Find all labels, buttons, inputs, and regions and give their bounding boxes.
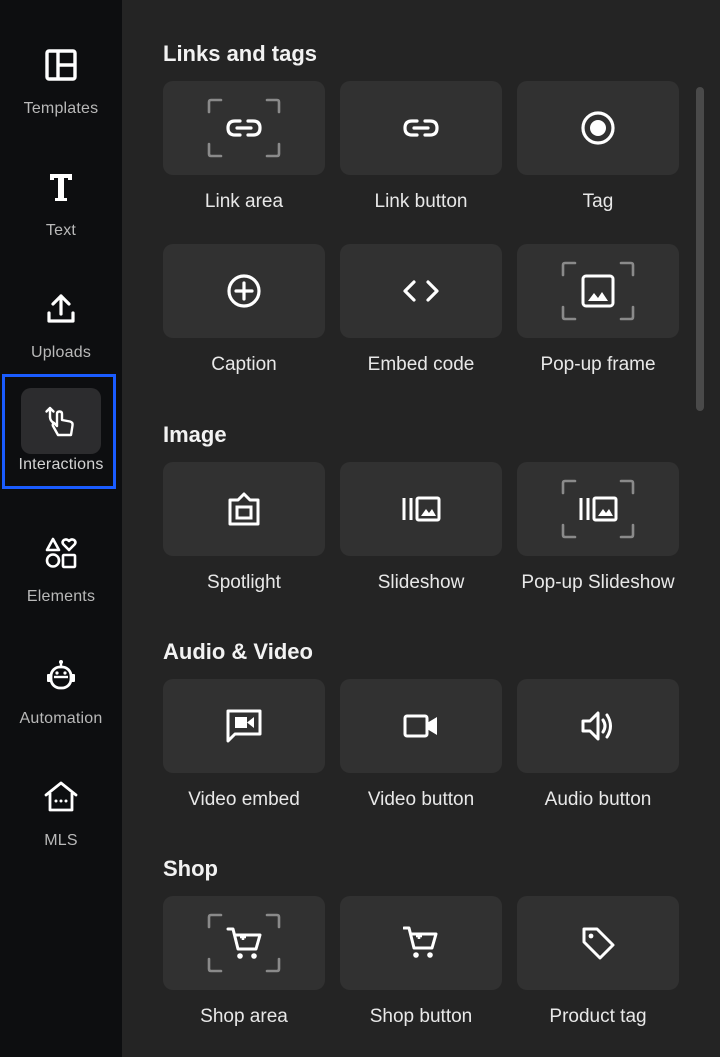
shop-button-tile[interactable] bbox=[340, 896, 502, 990]
video-camera-icon bbox=[403, 714, 437, 738]
popup-frame-tile[interactable] bbox=[517, 244, 679, 338]
spotlight-tile[interactable] bbox=[163, 462, 325, 556]
price-tag-icon bbox=[582, 927, 615, 960]
sidebar-item-templates[interactable]: Templates bbox=[0, 18, 122, 133]
product-tag-tile[interactable] bbox=[517, 896, 679, 990]
upload-icon-wrap bbox=[21, 276, 101, 342]
popup-slideshow-tile[interactable] bbox=[517, 462, 679, 556]
robot-icon-wrap bbox=[21, 642, 101, 708]
sidebar-item-label: Automation bbox=[19, 710, 103, 727]
slideshow-icon bbox=[402, 496, 441, 522]
slideshow-tile[interactable] bbox=[340, 462, 502, 556]
scrollbar[interactable] bbox=[696, 87, 704, 411]
tile-label: Shop button bbox=[369, 1006, 473, 1027]
templates-icon-wrap bbox=[21, 32, 101, 98]
sidebar-item-automation[interactable]: Automation bbox=[0, 628, 122, 743]
popup-frame-icon bbox=[561, 261, 635, 321]
sidebar-item-label: Templates bbox=[23, 100, 99, 117]
sidebar-item-label: MLS bbox=[44, 832, 78, 849]
upload-icon bbox=[47, 294, 75, 323]
robot-icon bbox=[47, 660, 75, 690]
tile-label: Pop-up Slideshow bbox=[521, 572, 675, 593]
interactions-icon bbox=[45, 406, 74, 437]
sidebar-item-label: Uploads bbox=[30, 344, 92, 361]
text-icon bbox=[50, 174, 72, 201]
tile-label: Link button bbox=[374, 191, 468, 212]
cart-icon bbox=[403, 926, 438, 958]
speaker-icon bbox=[581, 711, 612, 741]
shop-area-tile[interactable] bbox=[163, 896, 325, 990]
link-icon bbox=[403, 119, 439, 137]
section-title: Shop bbox=[163, 856, 218, 881]
tag-tile[interactable] bbox=[517, 81, 679, 175]
spotlight-icon bbox=[228, 492, 260, 526]
tag-dot-icon bbox=[581, 111, 615, 145]
popup-slideshow-icon bbox=[561, 479, 635, 539]
link-area-icon bbox=[207, 98, 281, 158]
caption-tile[interactable] bbox=[163, 244, 325, 338]
sidebar-item-elements[interactable]: Elements bbox=[0, 506, 122, 621]
section-title: Audio & Video bbox=[163, 639, 313, 664]
shop-area-icon bbox=[207, 913, 281, 973]
tile-label: Video embed bbox=[188, 789, 300, 810]
plus-circle-icon bbox=[227, 274, 261, 308]
house-icon bbox=[44, 781, 78, 812]
code-icon bbox=[403, 280, 439, 302]
embed-code-tile[interactable] bbox=[340, 244, 502, 338]
interactions-panel: Links and tags Link area Link button Tag bbox=[122, 0, 720, 1057]
templates-icon bbox=[45, 49, 77, 81]
tile-label: Embed code bbox=[367, 354, 475, 375]
elements-icon-wrap bbox=[21, 520, 101, 586]
tile-label: Slideshow bbox=[377, 572, 465, 593]
sidebar-item-uploads[interactable]: Uploads bbox=[0, 262, 122, 377]
tile-label: Spotlight bbox=[207, 572, 281, 593]
audio-button-tile[interactable] bbox=[517, 679, 679, 773]
interactions-icon-wrap bbox=[21, 388, 101, 454]
sidebar-item-interactions[interactable]: Interactions bbox=[0, 374, 122, 489]
section-title: Links and tags bbox=[163, 41, 318, 66]
sidebar: Templates Text Uploads Interactions Elem… bbox=[0, 0, 122, 1057]
tile-label: Link area bbox=[204, 191, 284, 212]
sidebar-item-label: Elements bbox=[26, 588, 96, 605]
tile-label: Audio button bbox=[544, 789, 652, 810]
section-title: Image bbox=[163, 422, 227, 447]
sidebar-item-text[interactable]: Text bbox=[0, 140, 122, 255]
tile-label: Pop-up frame bbox=[540, 354, 656, 375]
sidebar-item-label: Interactions bbox=[18, 456, 104, 473]
video-button-tile[interactable] bbox=[340, 679, 502, 773]
link-button-tile[interactable] bbox=[340, 81, 502, 175]
tile-label: Caption bbox=[211, 354, 277, 375]
tile-label: Video button bbox=[367, 789, 475, 810]
tile-label: Product tag bbox=[549, 1006, 647, 1027]
elements-icon bbox=[45, 537, 77, 569]
video-embed-icon bbox=[226, 709, 262, 743]
sidebar-item-label: Text bbox=[45, 222, 77, 239]
tile-label: Tag bbox=[582, 191, 614, 212]
video-embed-tile[interactable] bbox=[163, 679, 325, 773]
sidebar-item-mls[interactable]: MLS bbox=[0, 750, 122, 865]
text-icon-wrap bbox=[21, 154, 101, 220]
tile-label: Shop area bbox=[200, 1006, 288, 1027]
house-icon-wrap bbox=[21, 764, 101, 830]
link-area-tile[interactable] bbox=[163, 81, 325, 175]
